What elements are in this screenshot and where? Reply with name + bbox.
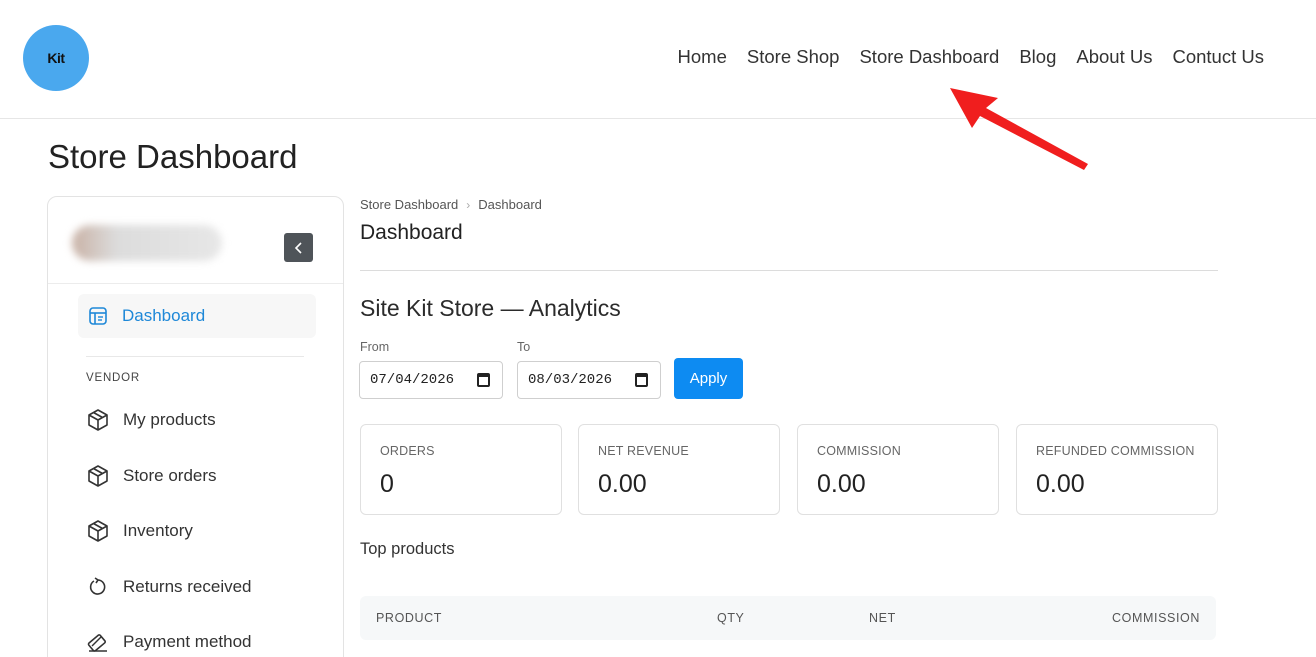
sidebar-item-label: Store orders	[123, 466, 217, 485]
avatar	[72, 225, 222, 261]
stat-value: 0.00	[598, 470, 647, 498]
nav-store-shop[interactable]: Store Shop	[747, 46, 840, 68]
table-header: PRODUCT QTY NET COMMISSION	[360, 596, 1216, 640]
sidebar-item-inventory[interactable]: Inventory	[86, 519, 193, 543]
from-label: From	[360, 340, 390, 354]
chevron-right-icon: ›	[466, 197, 471, 212]
content-divider	[360, 270, 1218, 271]
sidebar-item-label: Inventory	[123, 521, 193, 540]
to-date-value: 08/03/2026	[528, 372, 613, 388]
nav-about-us[interactable]: About Us	[1076, 46, 1152, 68]
box-icon	[86, 519, 110, 543]
sidebar-divider	[86, 356, 304, 357]
section-title: Dashboard	[360, 221, 463, 244]
column-header-product[interactable]: PRODUCT	[376, 611, 442, 625]
sidebar-item-payment-method[interactable]: Payment method	[86, 630, 252, 654]
sidebar-item-my-products[interactable]: My products	[86, 408, 216, 432]
dashboard-icon	[89, 307, 107, 325]
sidebar-item-store-orders[interactable]: Store orders	[86, 464, 217, 488]
sidebar-item-label: Payment method	[123, 632, 252, 651]
stat-card-orders: ORDERS 0	[360, 424, 562, 515]
stat-label: NET REVENUE	[598, 444, 689, 458]
nav-store-dashboard[interactable]: Store Dashboard	[859, 46, 999, 68]
page-title: Store Dashboard	[48, 138, 298, 175]
column-header-net[interactable]: NET	[869, 611, 896, 625]
box-icon	[86, 464, 110, 488]
stat-card-refunded-commission: REFUNDED COMMISSION 0.00	[1016, 424, 1218, 515]
refresh-icon	[86, 575, 110, 599]
stat-value: 0.00	[817, 470, 866, 498]
nav-home[interactable]: Home	[678, 46, 727, 68]
site-logo[interactable]: Kit	[23, 25, 89, 91]
stat-label: REFUNDED COMMISSION	[1036, 444, 1195, 458]
sidebar: Dashboard VENDOR My products Store order…	[47, 196, 344, 657]
chevron-left-icon	[294, 241, 302, 254]
main-nav: Home Store Shop Store Dashboard Blog Abo…	[678, 46, 1264, 68]
box-icon	[86, 408, 110, 432]
stat-value: 0.00	[1036, 470, 1085, 498]
nav-contact-us[interactable]: Contuct Us	[1172, 46, 1264, 68]
stat-label: ORDERS	[380, 444, 435, 458]
breadcrumb: Store Dashboard › Dashboard	[360, 197, 542, 212]
column-header-commission[interactable]: COMMISSION	[1112, 611, 1200, 625]
stat-label: COMMISSION	[817, 444, 901, 458]
stat-value: 0	[380, 470, 394, 498]
from-date-input[interactable]: 07/04/2026	[359, 361, 503, 399]
column-header-qty[interactable]: QTY	[717, 611, 745, 625]
to-label: To	[517, 340, 531, 354]
apply-button[interactable]: Apply	[674, 358, 743, 399]
sidebar-item-label: My products	[123, 410, 216, 429]
from-date-value: 07/04/2026	[370, 372, 455, 388]
collapse-sidebar-button[interactable]	[284, 233, 313, 262]
sidebar-item-label: Dashboard	[122, 306, 206, 325]
nav-blog[interactable]: Blog	[1019, 46, 1056, 68]
user-profile	[48, 197, 343, 284]
site-header: Kit Home Store Shop Store Dashboard Blog…	[0, 0, 1316, 119]
analytics-title: Site Kit Store — Analytics	[360, 295, 621, 321]
to-date-input[interactable]: 08/03/2026	[517, 361, 661, 399]
top-products-heading: Top products	[360, 540, 455, 558]
logo-text: Kit	[47, 50, 65, 66]
card-icon	[86, 630, 110, 654]
calendar-icon[interactable]	[477, 373, 490, 387]
sidebar-section-label: VENDOR	[86, 372, 141, 384]
sidebar-item-label: Returns received	[123, 577, 252, 596]
stat-card-net-revenue: NET REVENUE 0.00	[578, 424, 780, 515]
sidebar-item-dashboard[interactable]: Dashboard	[78, 294, 316, 338]
annotation-arrow-icon	[950, 88, 1088, 170]
breadcrumb-store-dashboard[interactable]: Store Dashboard	[360, 197, 458, 212]
calendar-icon[interactable]	[635, 373, 648, 387]
breadcrumb-dashboard: Dashboard	[478, 197, 542, 212]
sidebar-item-returns-received[interactable]: Returns received	[86, 575, 252, 599]
stat-card-commission: COMMISSION 0.00	[797, 424, 999, 515]
